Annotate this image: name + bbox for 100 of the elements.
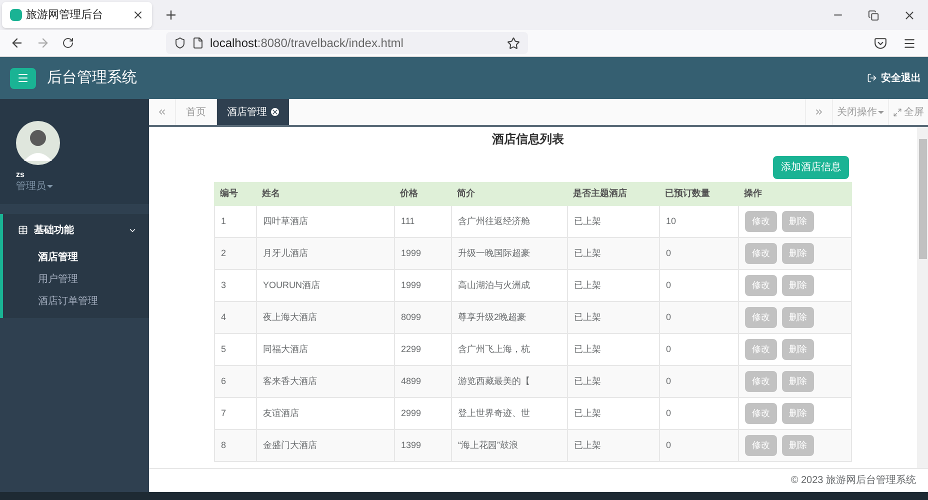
edit-button[interactable]: 修改 [745, 435, 777, 456]
edit-button[interactable]: 修改 [745, 307, 777, 328]
edit-button[interactable]: 修改 [745, 275, 777, 296]
pocket-icon[interactable] [874, 36, 887, 50]
delete-button[interactable]: 删除 [782, 371, 814, 392]
table-cell: 同福大酒店 [256, 334, 394, 365]
column-header: 姓名 [260, 187, 281, 200]
delete-button[interactable]: 删除 [782, 307, 814, 328]
table-cell: 已上架 [567, 302, 659, 333]
close-icon[interactable] [132, 9, 144, 21]
table-cell: 6 [214, 366, 256, 397]
table-cell: 0 [659, 366, 738, 397]
add-hotel-button[interactable]: 添加酒店信息 [773, 156, 849, 179]
table-cell: 含广州飞上海，杭 [451, 334, 567, 365]
edit-button[interactable]: 修改 [745, 243, 777, 264]
back-icon[interactable] [10, 36, 24, 50]
table-cell: 尊享升级2晚超豪 [451, 302, 567, 333]
table-cell: 含广州往返经济舱 [451, 206, 567, 237]
table-cell: 0 [659, 334, 738, 365]
edit-button[interactable]: 修改 [745, 339, 777, 360]
table-cell: “海上花园”鼓浪 [451, 430, 567, 461]
table-cell: 4899 [394, 366, 451, 397]
menu-group[interactable]: 基础功能 [3, 214, 149, 246]
delete-button[interactable]: 删除 [782, 243, 814, 264]
table-cell: 2999 [394, 398, 451, 429]
table-cell: 1999 [394, 238, 451, 269]
table-cell: 0 [659, 398, 738, 429]
table-cell: 四叶草酒店 [256, 206, 394, 237]
expand-icon [893, 108, 902, 116]
footer-text: © 2023 旅游网后台管理系统 [790, 474, 916, 488]
sidebar-item[interactable]: 用户管理 [3, 268, 149, 290]
column-header: 已预订数量 [664, 187, 711, 200]
column-header: 编号 [219, 187, 239, 200]
table-cell: 客来香大酒店 [256, 366, 394, 397]
sidebar-item[interactable]: 酒店订单管理 [3, 290, 149, 312]
double-left-icon [157, 107, 167, 117]
column-header: 价格 [398, 187, 419, 200]
menu-icon [17, 72, 29, 84]
close-icon[interactable] [271, 108, 279, 116]
edit-button[interactable]: 修改 [745, 211, 777, 232]
table-cell: 4 [214, 302, 256, 333]
edit-button[interactable]: 修改 [745, 403, 777, 424]
delete-button[interactable]: 删除 [782, 403, 814, 424]
page-icon [192, 37, 204, 49]
app-title: 后台管理系统 [47, 68, 137, 88]
delete-button[interactable]: 删除 [782, 339, 814, 360]
table-cell: 已上架 [567, 334, 659, 365]
edit-button[interactable]: 修改 [745, 371, 777, 392]
restore-icon[interactable] [868, 10, 879, 20]
table-cell: 1999 [394, 270, 451, 301]
table-cell: 已上架 [567, 238, 659, 269]
role-dropdown[interactable]: 管理员 [16, 179, 53, 194]
table-cell: 已上架 [567, 398, 659, 429]
page-title: 酒店信息列表 [492, 131, 565, 148]
table-cell: 2 [214, 238, 256, 269]
table-cell: 月牙儿酒店 [256, 238, 394, 269]
table-cell: 已上架 [567, 366, 659, 397]
table-cell: 已上架 [567, 430, 659, 461]
sidebar-item[interactable]: 酒店管理 [3, 246, 149, 268]
table-cell: 升级一晚国际超豪 [451, 238, 567, 269]
sidebar-toggle-button[interactable] [10, 68, 36, 88]
table-cell: 8 [214, 430, 256, 461]
avatar-icon [16, 121, 60, 165]
reload-icon[interactable] [62, 37, 74, 49]
table-cell: 已上架 [567, 270, 659, 301]
table-cell: 1399 [394, 430, 451, 461]
bookmark-star-icon[interactable] [507, 36, 520, 50]
delete-button[interactable]: 删除 [782, 275, 814, 296]
table-icon [18, 225, 28, 235]
delete-button[interactable]: 删除 [782, 211, 814, 232]
column-header: 是否主题酒店 [572, 187, 628, 200]
table-cell: YOURUN酒店 [256, 270, 394, 301]
tab-title: 旅游网管理后台 [26, 8, 104, 23]
menu-icon[interactable] [903, 36, 916, 50]
fullscreen-button[interactable]: 全屏 [888, 99, 928, 125]
table-cell: 0 [659, 430, 738, 461]
column-header: 简介 [456, 187, 476, 200]
close-window-icon[interactable] [903, 8, 916, 22]
table-cell: 1 [214, 206, 256, 237]
table-cell: 0 [659, 302, 738, 333]
table-cell: 夜上海大酒店 [256, 302, 394, 333]
table-cell: 友谊酒店 [256, 398, 394, 429]
close-operations-dropdown[interactable]: 关闭操作 [832, 99, 888, 125]
table-cell: 10 [659, 206, 738, 237]
table-cell: 游览西藏最美的【 [451, 366, 567, 397]
table-cell: 高山湖泊与火洲成 [451, 270, 567, 301]
column-header: 操作 [743, 187, 763, 200]
new-tab-icon[interactable] [164, 8, 178, 22]
browser-tab[interactable]: 旅游网管理后台 [2, 2, 152, 28]
logout-icon [867, 73, 877, 83]
table-cell: 登上世界奇迹、世 [451, 398, 567, 429]
table-cell: 111 [394, 206, 451, 237]
delete-button[interactable]: 删除 [782, 435, 814, 456]
table-cell: 0 [659, 238, 738, 269]
table-cell: 8099 [394, 302, 451, 333]
table-cell: 0 [659, 270, 738, 301]
scrollbar[interactable] [917, 127, 928, 468]
logout-link[interactable]: 安全退出 [867, 70, 921, 86]
page-tab[interactable]: 酒店管理 [217, 99, 289, 125]
address-field[interactable]: localhost:8080/travelback/index.html [166, 32, 528, 54]
